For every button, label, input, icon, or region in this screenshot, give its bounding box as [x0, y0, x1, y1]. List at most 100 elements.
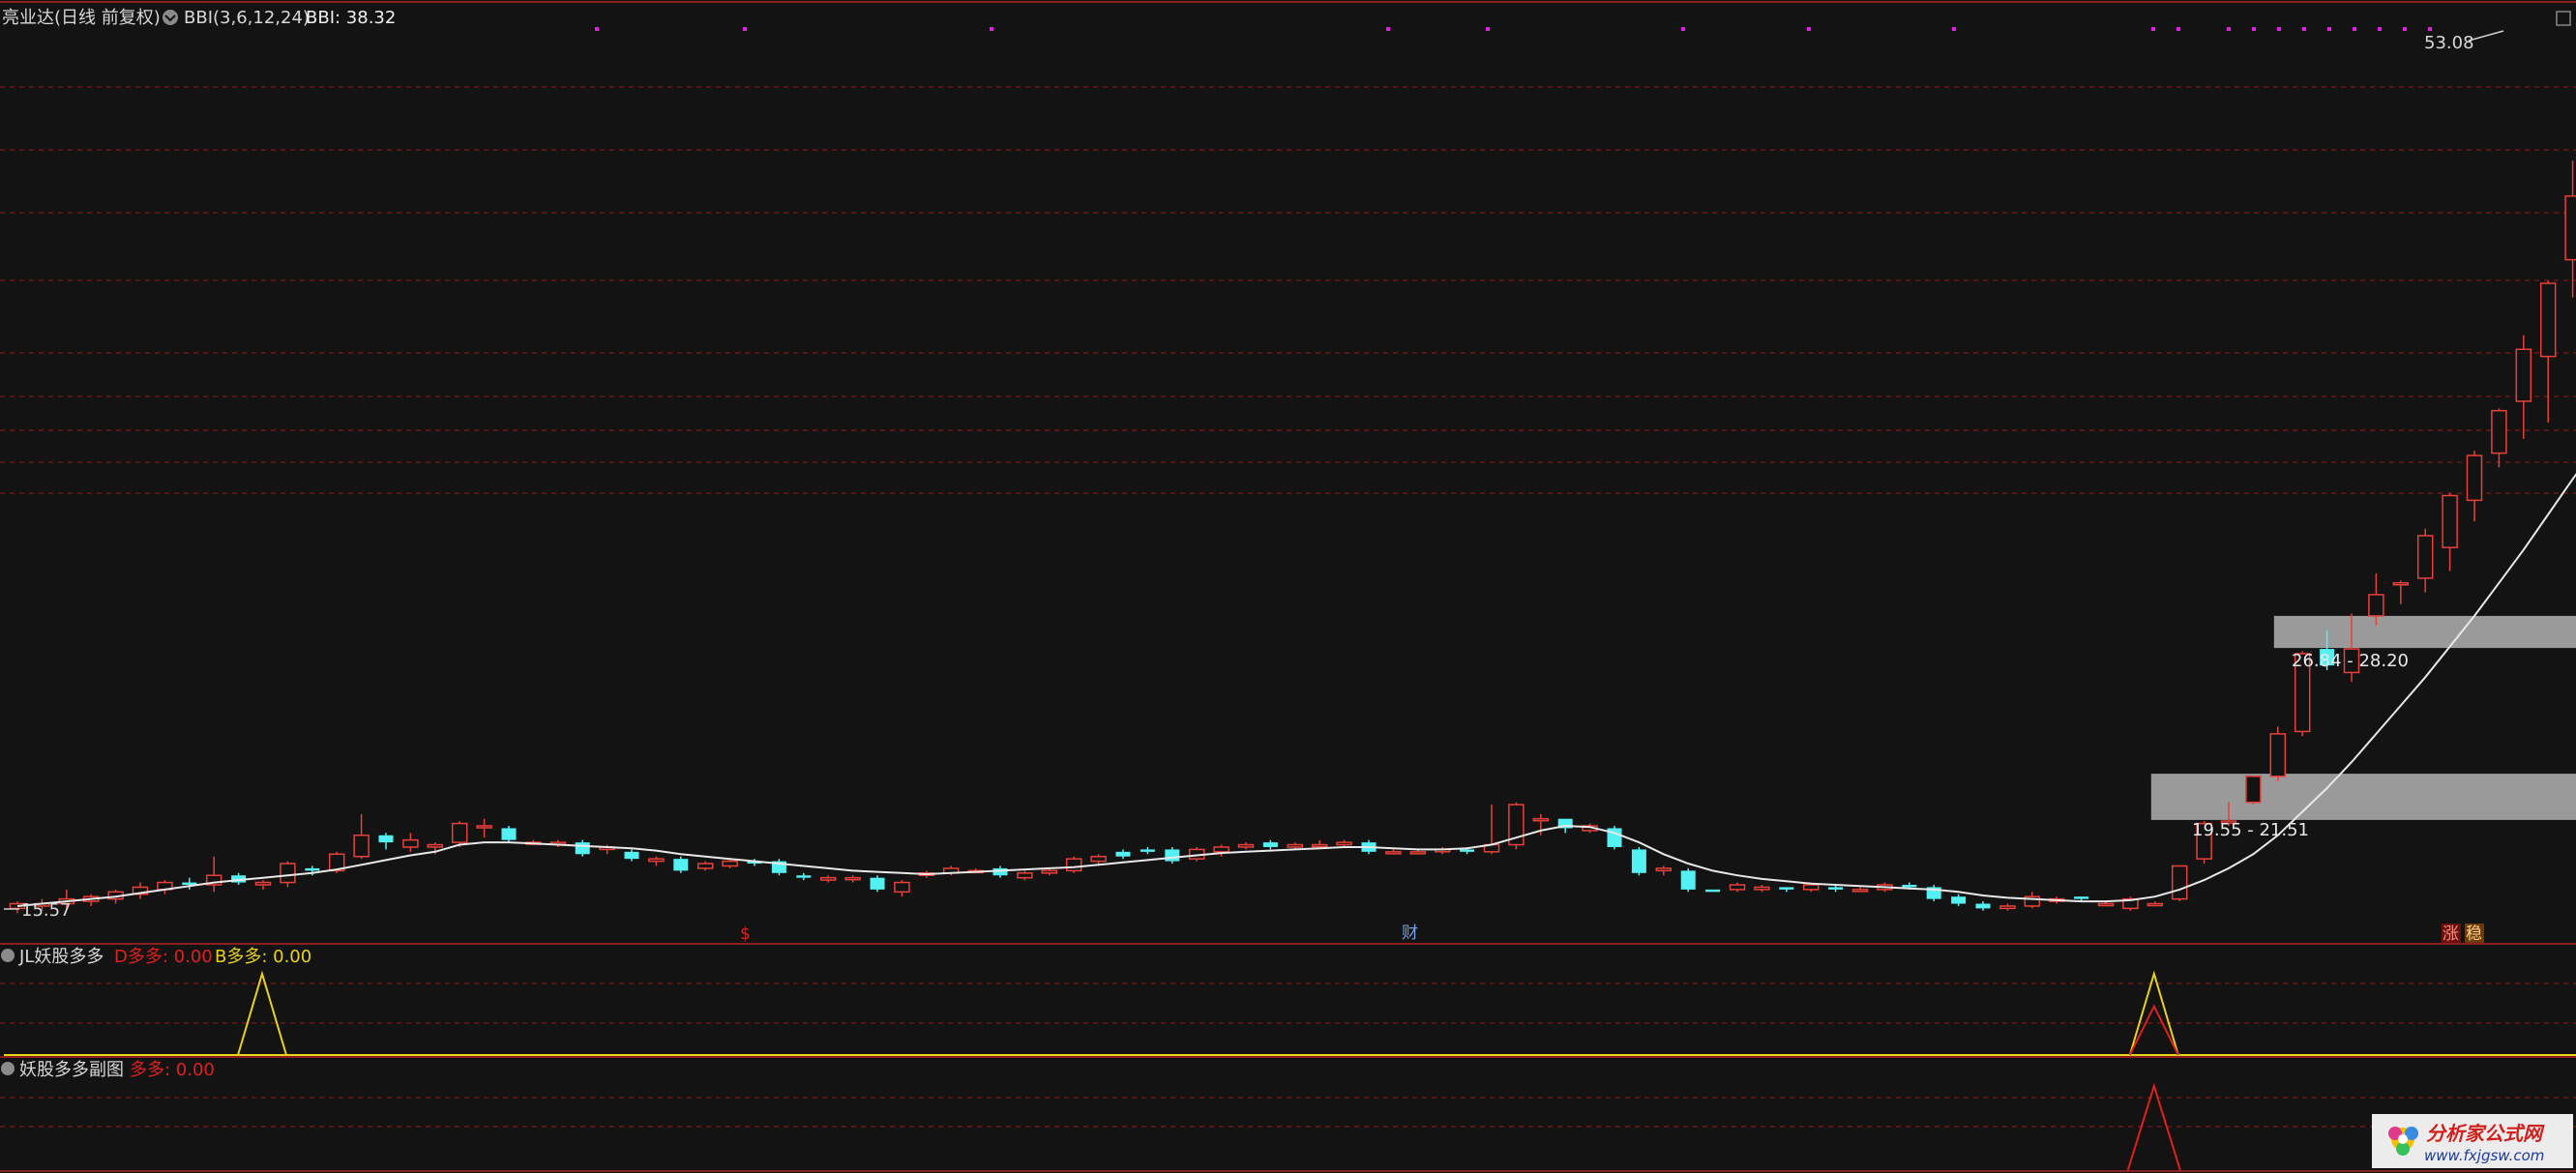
candle-body-down	[378, 835, 394, 843]
candle-body-up	[402, 838, 419, 848]
candle-body-up	[2466, 455, 2483, 502]
signal-dot	[2151, 27, 2155, 31]
candle-body-up	[1090, 855, 1107, 863]
flower-petal-icon	[2396, 1142, 2410, 1156]
signal-dot	[1952, 27, 1956, 31]
low-price-label: 15.57	[21, 900, 72, 921]
zone-upper-label: 26.84 - 28.20	[2292, 651, 2409, 671]
indicator-toggle-icon[interactable]	[163, 10, 178, 25]
candle-body-down	[2074, 896, 2089, 899]
signal-dot	[1386, 27, 1390, 31]
candle-body-down	[1115, 851, 1131, 857]
candle-body-down	[1165, 849, 1180, 862]
candle-body-up	[2368, 594, 2384, 617]
candle-body-up	[1655, 867, 1673, 872]
candle-body-up	[1802, 884, 1820, 891]
sub1-b-label: B多多: 0.00	[215, 947, 311, 967]
signal-dot	[2327, 27, 2331, 31]
candle-body-up	[1017, 872, 1033, 879]
candle-body-up	[2097, 902, 2115, 907]
candle-body-up	[2147, 902, 2164, 907]
signal-dot	[2227, 27, 2231, 31]
candle-body-up	[1311, 843, 1328, 848]
candle-body-up	[2171, 865, 2188, 900]
candle-body-down	[1779, 887, 1794, 890]
candle-body-down	[1631, 849, 1646, 873]
marker-s: $	[740, 924, 751, 944]
candle-body-up	[2245, 776, 2262, 804]
signal-dot	[2277, 27, 2281, 31]
candle-body-down	[1680, 870, 1696, 890]
signal-dot	[2353, 27, 2356, 31]
candle-body-up	[1287, 843, 1304, 848]
indicator-label: BBI(3,6,12,24)	[184, 8, 310, 28]
candle-body-up	[280, 863, 296, 884]
sub1-d-label: D多多: 0.00	[114, 947, 213, 967]
candle-body-up	[1213, 846, 1229, 853]
candle-body-up	[427, 843, 444, 848]
candle-body-up	[696, 863, 714, 869]
signal-dot	[1486, 27, 1490, 31]
candle-body-down	[1902, 884, 1917, 888]
candle-body-up	[722, 860, 738, 867]
candle-body-down	[1951, 896, 1967, 904]
price-zone-band	[2273, 615, 2576, 649]
candle-body-up	[2515, 348, 2532, 402]
candle-body-up	[1532, 817, 1550, 822]
candle-body-down	[1975, 903, 1991, 909]
flower-center-icon	[2398, 1134, 2408, 1144]
candle-body-up	[2491, 409, 2507, 455]
candle-body-down	[673, 859, 689, 871]
chart-background	[0, 0, 2576, 1173]
marker-cai: 财	[1402, 924, 1418, 943]
signal-dot	[595, 27, 599, 31]
candle-body-up	[894, 881, 910, 894]
signal-dot	[1681, 27, 1685, 31]
candle-body-up	[1065, 858, 1082, 872]
price-zone-band	[2150, 774, 2576, 820]
candle-body-up	[1041, 869, 1058, 874]
candle-body-up	[1999, 905, 2016, 910]
stock-title: 亮业达(日线 前复权)	[2, 8, 161, 28]
candle-body-up	[1385, 851, 1402, 855]
signal-dot	[2176, 27, 2180, 31]
indicator-value: BBI: 38.32	[306, 8, 396, 28]
watermark-brand: 分析家公式网	[2426, 1122, 2545, 1145]
signal-dot	[2428, 27, 2432, 31]
candle-body-up	[2416, 535, 2434, 579]
candle-body-down	[1140, 849, 1155, 852]
stock-chart[interactable]: 亮业达(日线 前复权) BBI(3,6,12,24) BBI: 38.32 53…	[0, 0, 2576, 1173]
watermark-url: www.fxjgsw.com	[2424, 1147, 2544, 1164]
marker-wen: 稳	[2466, 924, 2482, 944]
candle-body-up	[1851, 889, 1869, 893]
candle-body-down	[624, 851, 639, 860]
candle-body-up	[1409, 851, 1427, 855]
sub2-title: 妖股多多副图	[19, 1060, 124, 1080]
candle-body-up	[648, 858, 665, 863]
signal-dot	[2252, 27, 2256, 31]
candle-body-up	[2564, 194, 2576, 261]
candle-body-up	[1754, 886, 1770, 891]
sub2-value-label: 多多: 0.00	[130, 1060, 215, 1080]
candle-body-up	[2392, 582, 2410, 586]
candle-body-down	[575, 842, 590, 855]
signal-dot	[743, 27, 747, 31]
high-price-label: 53.08	[2424, 33, 2474, 53]
candle-body-up	[1729, 884, 1746, 891]
candle-body-up	[819, 876, 837, 881]
signal-dot	[2403, 27, 2407, 31]
candle-body-up	[2442, 494, 2458, 548]
candle-body-up	[844, 876, 861, 881]
candle-body-up	[353, 835, 370, 858]
candle-body-down	[1828, 887, 1844, 890]
candle-body-up	[2539, 282, 2557, 358]
sub2-toggle-icon[interactable]	[1, 1062, 15, 1075]
zone-lower-label: 19.55 - 21.51	[2192, 820, 2309, 840]
candle-body-down	[870, 877, 885, 890]
marker-zhang: 涨	[2443, 924, 2459, 944]
candle-body-up	[451, 822, 468, 843]
sub1-toggle-icon[interactable]	[1, 949, 15, 962]
candle-body-down	[1262, 842, 1278, 847]
sub1-title: JL妖股多多	[18, 947, 104, 967]
candle-body-up	[1237, 843, 1255, 848]
